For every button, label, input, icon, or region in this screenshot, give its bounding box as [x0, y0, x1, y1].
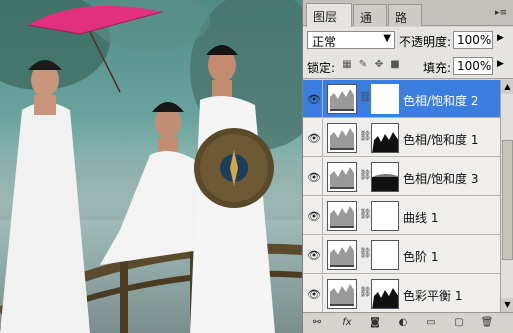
chain-link-icon[interactable]: ⛓	[359, 92, 372, 103]
panel-tabbar: 图层× 通道 路径 ▸≡	[303, 0, 513, 42]
layer-mask-thumbnail[interactable]	[371, 201, 399, 231]
layer-name: 色相/饱和度 3	[403, 172, 479, 186]
layer-row[interactable]: 👁 ⛓ 曲线 1	[303, 197, 500, 235]
trash-icon[interactable]: 🗑	[479, 316, 495, 330]
scroll-thumb[interactable]	[502, 140, 513, 260]
tab-layers[interactable]: 图层×	[306, 3, 352, 39]
layer-row[interactable]: 👁 ⛓ 色相/饱和度 3	[303, 158, 500, 196]
lock-row: 锁定: ▦ ✎ ✥ ■ 填充: 100% ▶	[303, 53, 513, 79]
eye-icon: 👁	[307, 132, 321, 145]
lock-position-icon[interactable]: ✥	[373, 59, 385, 71]
layer-mask-thumbnail[interactable]	[371, 240, 399, 270]
tab-layers-label: 图层	[313, 10, 338, 24]
adjustment-thumbnail-icon[interactable]	[327, 123, 357, 153]
new-group-icon[interactable]: ▭	[423, 316, 439, 330]
layer-row[interactable]: 👁 ⛓ 色相/饱和度 1	[303, 119, 500, 157]
photo-image	[0, 0, 302, 333]
adjustment-thumbnail-icon[interactable]	[327, 279, 357, 309]
adjustment-thumbnail-icon[interactable]	[327, 240, 357, 270]
adjustment-thumbnail-icon[interactable]	[327, 162, 357, 192]
eye-icon: 👁	[307, 288, 321, 301]
eye-visibility-toggle[interactable]: 👁	[303, 197, 323, 235]
eye-visibility-toggle[interactable]: 👁	[303, 158, 323, 196]
blend-row: 正常 ▼ 不透明度: 100% ▶	[303, 27, 513, 53]
blend-mode-value: 正常	[312, 35, 337, 49]
eye-visibility-toggle[interactable]: 👁	[303, 236, 323, 274]
eye-visibility-toggle[interactable]: 👁	[303, 275, 323, 312]
panel-bottom-bar: ⚯ fx ◙ ◐ ▭ ▢ 🗑	[303, 312, 513, 333]
eye-icon: 👁	[307, 210, 321, 223]
layer-row[interactable]: 👁 ⛓ 色相/饱和度 2	[303, 80, 500, 118]
chain-link-icon[interactable]: ⛓	[359, 170, 372, 181]
layer-mask-thumbnail[interactable]	[371, 123, 399, 153]
lock-transparency-icon[interactable]: ▦	[341, 59, 353, 71]
eye-visibility-toggle[interactable]: 👁	[303, 80, 323, 118]
scroll-down-icon[interactable]: ▼	[501, 298, 513, 312]
adjustment-thumbnail-icon[interactable]	[327, 201, 357, 231]
layer-row[interactable]: 👁 ⛓ 色彩平衡 1	[303, 275, 500, 312]
layer-mask-thumbnail[interactable]	[371, 162, 399, 192]
fill-slider-arrow-icon[interactable]: ▶	[497, 59, 504, 69]
layer-name: 曲线 1	[403, 211, 439, 225]
layers-panel: 图层× 通道 路径 ▸≡ 正常 ▼ 不透明度: 100% ▶ 锁定: ▦ ✎ ✥…	[302, 0, 513, 333]
add-mask-icon[interactable]: ◙	[367, 316, 383, 330]
opacity-label: 不透明度:	[399, 35, 452, 49]
layer-name: 色相/饱和度 1	[403, 133, 479, 147]
lock-label: 锁定:	[307, 61, 336, 75]
layer-name: 色彩平衡 1	[403, 289, 463, 303]
new-layer-icon[interactable]: ▢	[451, 316, 467, 330]
lock-pixels-icon[interactable]: ✎	[357, 59, 369, 71]
layers-scrollbar[interactable]: ▲ ▼	[500, 80, 513, 312]
chain-link-icon[interactable]: ⛓	[359, 209, 372, 220]
canvas-photo	[0, 0, 302, 333]
panel-menu-icon[interactable]: ▸≡	[492, 6, 510, 20]
chain-link-icon[interactable]: ⛓	[359, 248, 372, 259]
chain-link-icon[interactable]: ⛓	[359, 131, 372, 142]
layer-mask-thumbnail[interactable]	[371, 279, 399, 309]
layer-row[interactable]: 👁 ⛓ 色阶 1	[303, 236, 500, 274]
blend-mode-select[interactable]: 正常 ▼	[307, 31, 395, 49]
scroll-up-icon[interactable]: ▲	[501, 80, 513, 94]
link-layers-icon[interactable]: ⚯	[309, 316, 325, 330]
layer-mask-thumbnail[interactable]	[371, 84, 399, 114]
fill-input[interactable]: 100%	[453, 57, 493, 75]
fx-icon[interactable]: fx	[339, 316, 355, 330]
opacity-slider-arrow-icon[interactable]: ▶	[497, 33, 504, 43]
lock-all-icon[interactable]: ■	[389, 59, 401, 71]
chevron-down-icon: ▼	[383, 33, 391, 44]
eye-icon: 👁	[307, 93, 321, 106]
eye-visibility-toggle[interactable]: 👁	[303, 119, 323, 157]
eye-icon: 👁	[307, 171, 321, 184]
opacity-input[interactable]: 100%	[453, 31, 493, 49]
adjustment-layer-icon[interactable]: ◐	[395, 316, 411, 330]
tab-channels[interactable]: 通道	[353, 4, 387, 42]
tab-paths[interactable]: 路径	[388, 4, 422, 42]
chain-link-icon[interactable]: ⛓	[359, 287, 372, 298]
eye-icon: 👁	[307, 249, 321, 262]
fill-label: 填充:	[423, 61, 452, 75]
adjustment-thumbnail-icon[interactable]	[327, 84, 357, 114]
layers-list: 👁 ⛓ 色相/饱和度 2 👁 ⛓ 色相/饱和度 1 👁 ⛓ 色相/饱和度 3 👁 ⛓ 曲线 1 👁 ⛓ 色阶…	[303, 80, 500, 312]
layer-name: 色阶 1	[403, 250, 439, 264]
layer-name: 色相/饱和度 2	[403, 94, 479, 108]
